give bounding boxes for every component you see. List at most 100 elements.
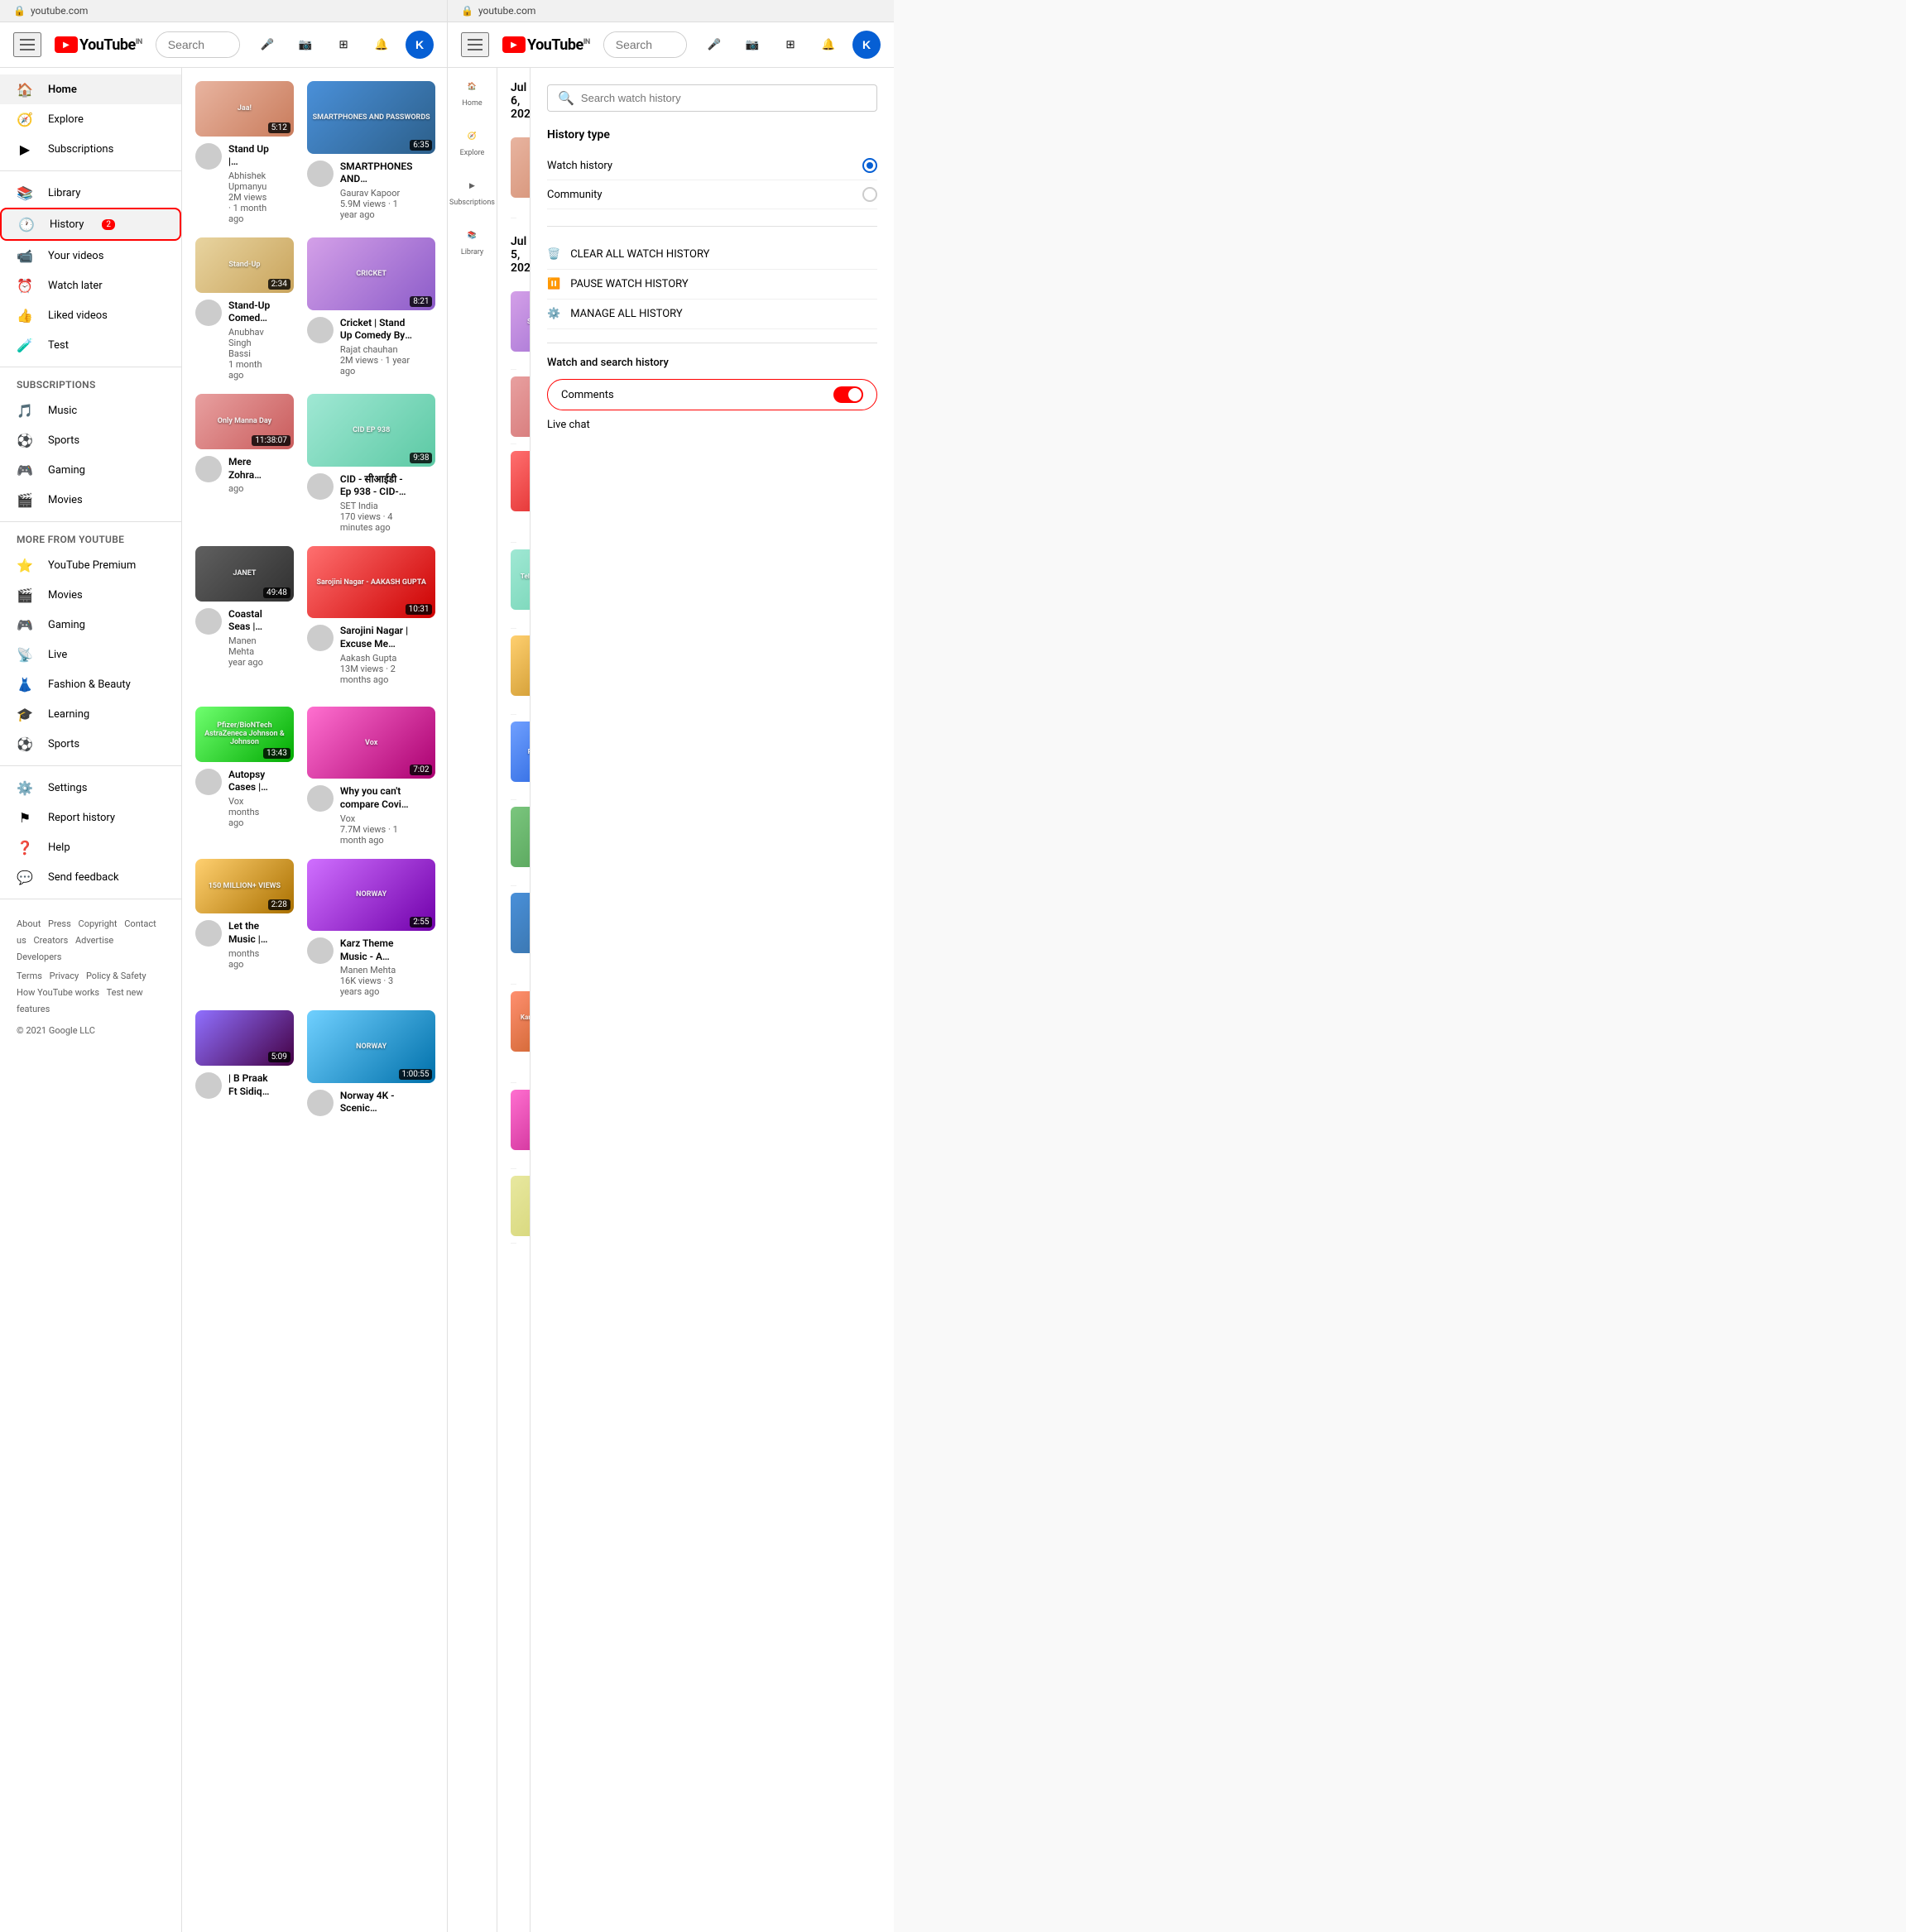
create-button[interactable]: 📷 (291, 31, 319, 59)
hamburger-button-right[interactable] (461, 32, 489, 57)
sidebar-item-feedback[interactable]: 💬 Send feedback (0, 862, 181, 892)
apps-button[interactable]: ⊞ (329, 31, 358, 59)
sidebar-item-movies[interactable]: 🎬 Movies (0, 485, 181, 515)
history-video-h1[interactable]: हम दोनो दो प्रेमी 4:34 हम दोनो दो प्रे..… (511, 131, 516, 218)
video-card-v1[interactable]: Jaa! 5:12 Stand Up | Abhishek Upmanyu Ab… (195, 81, 294, 224)
video-card-v10[interactable]: JANET 49:48 Coastal Seas | FULL Manen Me… (195, 546, 294, 693)
history-video-h11[interactable]: DJ Aqeela 4:59 DJ Aqee... Universal Musi… (511, 1083, 516, 1169)
comments-toggle[interactable]: Comments (547, 379, 877, 410)
history-video-h2[interactable]: SA NI DHA PA 2M VIEWS 4:18 Colo... Cous.… (511, 285, 516, 371)
right-sidebar-subscriptions[interactable]: ▶ Subscriptions (449, 177, 495, 207)
create-button-right[interactable]: 📷 (738, 31, 766, 59)
youtube-logo[interactable]: YouTubeIN (55, 36, 142, 54)
video-card-v8[interactable]: CID EP 938 9:38 CID - सीआईडी - Ep 938 - … (307, 394, 436, 533)
sidebar-item-subscriptions[interactable]: ▶ Subscriptions (0, 134, 181, 164)
pause-history-btn[interactable]: ⏸️ PAUSE WATCH HISTORY (547, 270, 877, 300)
apps-button-right[interactable]: ⊞ (776, 31, 804, 59)
footer-link-about[interactable]: About (17, 918, 41, 929)
sidebar-item-music[interactable]: 🎵 Music (0, 396, 181, 425)
sidebar-label-sports2: Sports (48, 738, 79, 750)
sidebar-item-learning[interactable]: 🎓 Learning (0, 699, 181, 729)
sidebar-item-live[interactable]: 📡 Live (0, 640, 181, 669)
feedback-icon: 💬 (17, 869, 33, 885)
footer-link-how-yt[interactable]: How YouTube works (17, 987, 99, 998)
video-card-v17[interactable]: NORWAY 2:55 Karz Theme Music - A humble … (307, 859, 436, 998)
history-video-h6[interactable]: Afreen Afreen 3:37 Afreen Afree... Sareg… (511, 629, 516, 715)
history-video-h4[interactable]: Rang Rang 5:01 Rang Rang... aggutkarsh ·… (511, 444, 516, 543)
sidebar-item-home[interactable]: 🏠 Home (0, 74, 181, 104)
youtube-logo-right[interactable]: YouTubeIN (502, 36, 590, 54)
history-video-h12[interactable]: All About All Abou... · 12K views ✕ ⋮ (511, 1169, 516, 1244)
watch-history-option[interactable]: Watch history (547, 151, 877, 180)
history-video-h7[interactable]: Piya Basanti 23M VIEWS 5:41 Ustad Sulta.… (511, 715, 516, 801)
gaming-icon: 🎮 (17, 462, 33, 478)
right-sidebar-library[interactable]: 📚 Library (461, 227, 483, 256)
sidebar-item-test[interactable]: 🧪 Test (0, 330, 181, 360)
sidebar-item-library[interactable]: 📚 Library (0, 178, 181, 208)
sidebar-item-fashion[interactable]: 👗 Fashion & Beauty (0, 669, 181, 699)
right-sidebar-home[interactable]: 🏠 Home (462, 78, 482, 108)
video-thumb: JANET 49:48 (195, 546, 294, 602)
live-chat-option[interactable]: Live chat (547, 410, 877, 439)
sidebar-item-explore[interactable]: 🧭 Explore (0, 104, 181, 134)
search-input-left[interactable] (156, 32, 240, 57)
footer-link-copyright[interactable]: Copyright (79, 918, 118, 929)
video-card-v11[interactable]: Sarojini Nagar - AAKASH GUPTA 10:31 Saro… (307, 546, 436, 693)
notifications-button-right[interactable]: 🔔 (814, 31, 843, 59)
search-history-input[interactable] (581, 92, 867, 104)
history-video-h8[interactable]: LEJA LEJA RE VIDEO 4:35 Leja Leja... Pop… (511, 800, 516, 886)
history-video-h9[interactable]: Tu Tu Hai Wahi 4:28 Tu Tu Hai... jonty19… (511, 886, 516, 985)
clear-all-history-btn[interactable]: 🗑️ CLEAR ALL WATCH HISTORY (547, 240, 877, 270)
footer-link-press[interactable]: Press (48, 918, 71, 929)
sidebar-item-gaming2[interactable]: 🎮 Gaming (0, 610, 181, 640)
comments-toggle-switch[interactable] (833, 386, 863, 403)
channel-avatar (307, 161, 334, 187)
footer-link-terms[interactable]: Terms (17, 971, 42, 981)
community-radio[interactable] (862, 187, 877, 202)
sidebar-item-settings[interactable]: ⚙️ Settings (0, 773, 181, 803)
sidebar-item-gaming[interactable]: 🎮 Gaming (0, 455, 181, 485)
watch-history-radio[interactable] (862, 158, 877, 173)
sidebar-item-liked-videos[interactable]: 👍 Liked videos (0, 300, 181, 330)
mic-button-right[interactable]: 🎤 (700, 31, 728, 59)
video-card-v5[interactable]: CRICKET 8:21 Cricket | Stand Up Comedy B… (307, 237, 436, 381)
avatar-button[interactable]: K (406, 31, 434, 59)
history-video-h5[interactable]: Telephone Dhoon Mein SONG VIDEO 4K 3:30 … (511, 543, 516, 629)
video-card-v7[interactable]: Only Manna Day 11:38:07 Mere Zohra Jabee… (195, 394, 294, 533)
video-card-v19[interactable]: 5:09 | B Praak Ft Sidiqui & Suni... ⋮ (195, 1010, 294, 1117)
sidebar-item-report-history[interactable]: ⚑ Report history (0, 803, 181, 832)
sidebar-item-your-videos[interactable]: 📹 Your videos (0, 241, 181, 271)
channel-avatar (307, 317, 334, 343)
video-title: Stand Up | Abhishek Upmanyu (228, 143, 271, 169)
avatar-button-right[interactable]: K (852, 31, 881, 59)
search-input-right[interactable] (604, 32, 687, 57)
mic-button[interactable]: 🎤 (253, 31, 281, 59)
sidebar-item-sports2[interactable]: ⚽ Sports (0, 729, 181, 759)
hamburger-button[interactable] (13, 32, 41, 57)
sidebar-item-yt-premium[interactable]: ⭐ YouTube Premium (0, 550, 181, 580)
video-card-v16[interactable]: 150 MILLION+ VIEWS 2:28 Let the Music | … (195, 859, 294, 998)
sidebar-item-sports[interactable]: ⚽ Sports (0, 425, 181, 455)
right-sidebar-explore[interactable]: 🧭 Explore (460, 127, 485, 157)
video-card-v2[interactable]: SMARTPHONES AND PASSWORDS 6:35 SMARTPHON… (307, 81, 436, 224)
community-option[interactable]: Community (547, 180, 877, 209)
history-video-h3[interactable]: KAI ZHALA 2M VIEWS 3:49 Leslie Lewi... S… (511, 370, 516, 444)
footer-link-creators[interactable]: Creators (33, 935, 68, 946)
sidebar-item-help[interactable]: ❓ Help (0, 832, 181, 862)
footer-link-developers[interactable]: Developers (17, 952, 61, 962)
lock-icon-right: 🔒 (461, 5, 473, 17)
manage-history-btn[interactable]: ⚙️ MANAGE ALL HISTORY (547, 300, 877, 329)
sidebar-item-watch-later[interactable]: ⏰ Watch later (0, 271, 181, 300)
footer-link-policy[interactable]: Policy & Safety (86, 971, 146, 981)
sidebar-item-movies2[interactable]: 🎬 Movies (0, 580, 181, 610)
footer-link-advertise[interactable]: Advertise (75, 935, 113, 946)
video-card-v20[interactable]: NORWAY 1:00:55 Norway 4K - Scenic Relaxa… (307, 1010, 436, 1117)
video-card-v14[interactable]: Vox 7:02 Why you can't compare Covid-19 … (307, 707, 436, 846)
notifications-button[interactable]: 🔔 (367, 31, 396, 59)
video-card-v13[interactable]: Pfizer/BioNTech AstraZeneca Johnson & Jo… (195, 707, 294, 846)
sidebar-item-history[interactable]: 🕐 History 2 (0, 208, 181, 241)
video-thumb: CRICKET 8:21 (307, 237, 436, 310)
footer-link-privacy[interactable]: Privacy (50, 971, 79, 981)
history-video-h10[interactable]: Kambakth Ishq VIDEO PYAAR TUNE KYA KIYA … (511, 985, 516, 1083)
video-card-v4[interactable]: Stand-Up 2:34 Stand-Up Comedy by Anubhav… (195, 237, 294, 381)
